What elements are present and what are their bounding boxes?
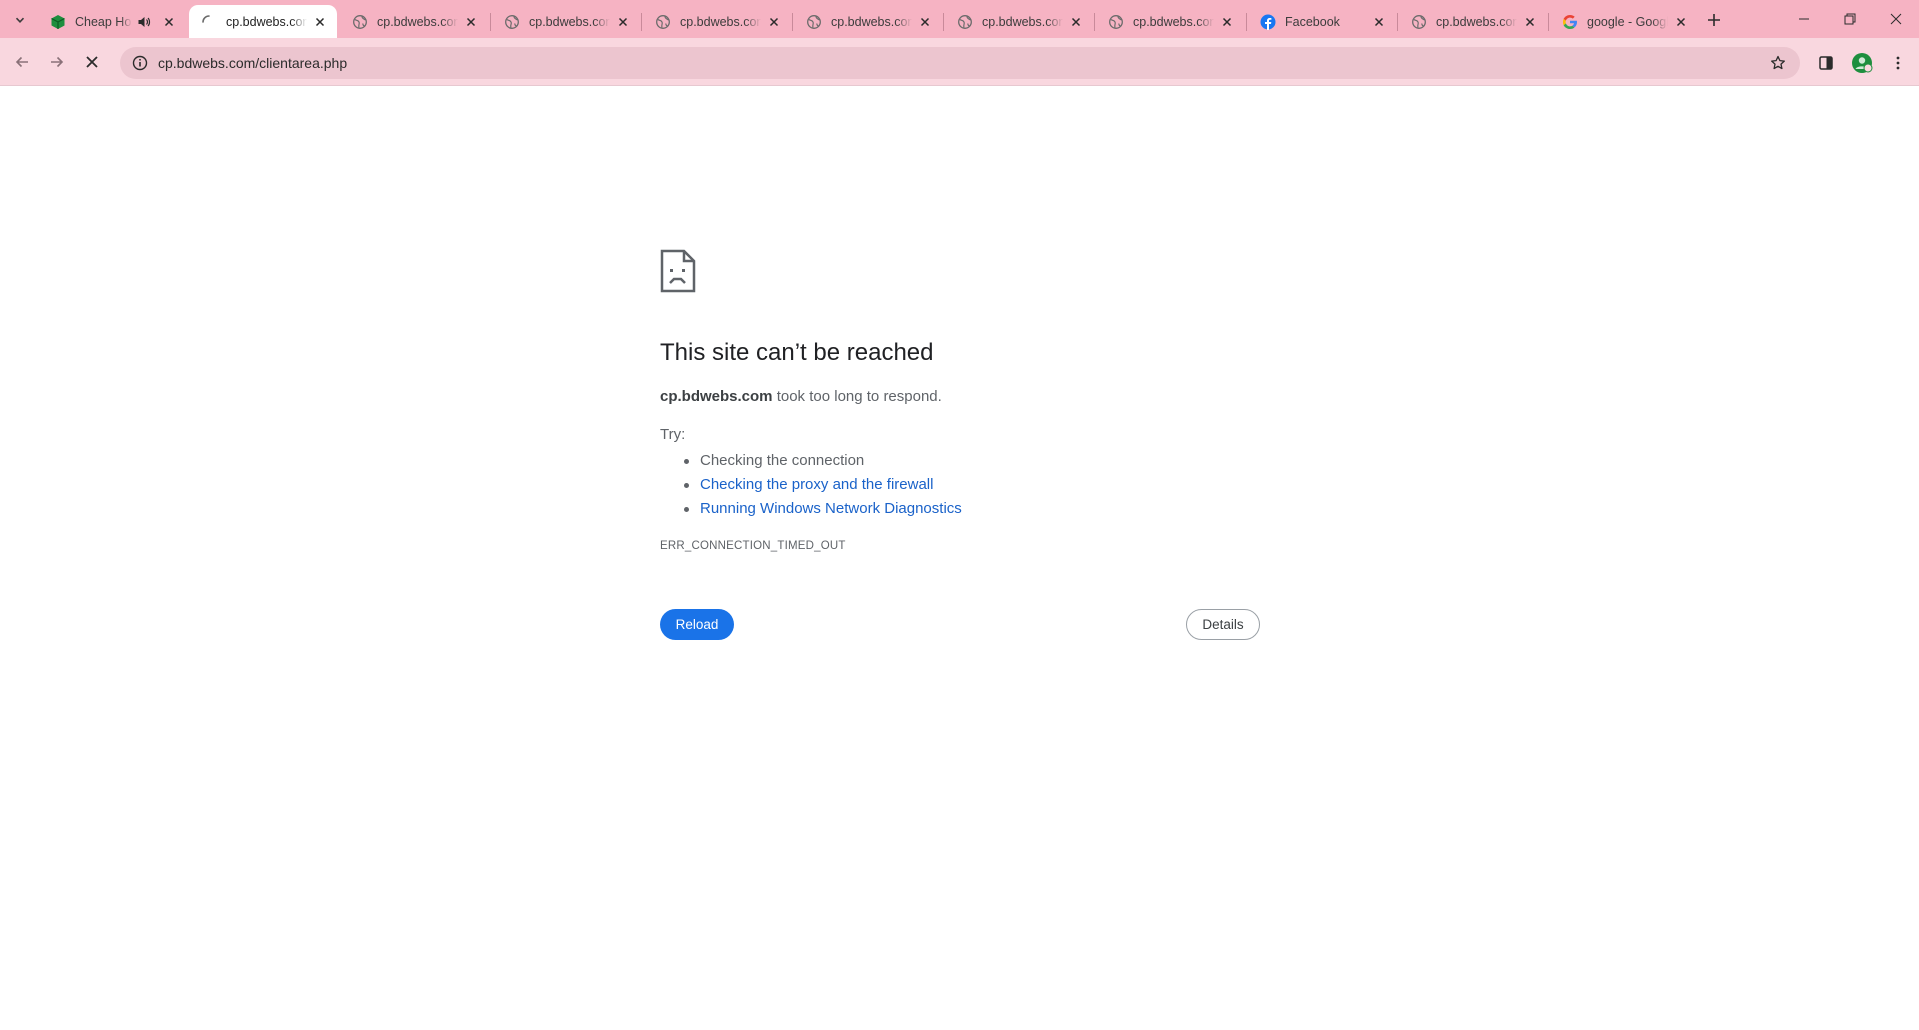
star-icon [1771,55,1785,70]
arrow-right-icon [51,56,64,68]
tab-separator [1548,13,1549,31]
stop-icon [86,56,98,68]
globe-icon [1411,14,1427,30]
error-summary: cp.bdwebs.com took too long to respond. [660,388,942,405]
suggestion-check-proxy-link[interactable]: Checking the proxy and the firewall [684,473,962,497]
tab-strip: Cheap Hosting cp.bdwebs.com cp.bdwebs.com c… [0,0,1919,38]
side-panel-button[interactable] [1810,47,1842,79]
avatar [1852,53,1873,73]
tab-title: cp.bdwebs.com [1133,14,1215,29]
profile-button[interactable] [1846,47,1878,79]
tab-title: cp.bdwebs.com [831,14,913,29]
tab-separator [1094,13,1095,31]
new-tab-button[interactable] [1700,8,1728,32]
url-text[interactable]: cp.bdwebs.com/clientarea.php [158,55,1764,71]
tab[interactable]: cp.bdwebs.com [492,5,640,38]
sad-document-icon [660,249,696,293]
error-heading: This site can’t be reached [660,339,934,366]
restore-icon [1844,13,1856,25]
close-tab-icon[interactable] [462,13,480,31]
error-summary-text: took too long to respond. [772,388,942,405]
side-panel-icon [1819,56,1833,70]
minimize-icon [1799,18,1809,20]
close-tab-icon[interactable] [1672,13,1690,31]
close-tab-icon[interactable] [1521,13,1539,31]
globe-icon [352,14,368,30]
loading-spinner-icon [201,14,217,30]
tab-title: cp.bdwebs.com [982,14,1064,29]
close-window-button[interactable] [1873,0,1919,38]
bookmark-button[interactable] [1764,49,1792,77]
tab[interactable]: cp.bdwebs.com [340,5,488,38]
close-icon [1890,13,1902,25]
menu-button[interactable] [1882,47,1914,79]
tab[interactable]: cp.bdwebs.com [794,5,942,38]
globe-icon [957,14,973,30]
close-tab-icon[interactable] [311,13,329,31]
plus-icon [1708,14,1720,26]
tab-search-button[interactable] [6,8,34,32]
tab[interactable]: cp.bdwebs.com [643,5,791,38]
tab-separator [1246,13,1247,31]
tab-separator [490,13,491,31]
close-tab-icon[interactable] [1067,13,1085,31]
chevron-down-icon [15,17,25,23]
tab[interactable]: Cheap Hosting [38,5,186,38]
tab[interactable]: cp.bdwebs.com [189,5,338,38]
close-tab-icon[interactable] [614,13,632,31]
suggestion-check-connection: Checking the connection [684,449,962,473]
tab-separator [943,13,944,31]
address-bar[interactable]: cp.bdwebs.com/clientarea.php [120,47,1800,79]
tab[interactable]: cp.bdwebs.com [945,5,1093,38]
back-button[interactable] [6,46,38,78]
facebook-icon [1260,14,1276,30]
site-info-button[interactable] [126,49,154,77]
tab-title: Facebook [1285,14,1340,29]
tab-separator [641,13,642,31]
tab-title: google - Google Search [1587,14,1668,29]
tab[interactable]: Facebook [1248,5,1396,38]
stop-loading-button[interactable] [76,46,108,78]
cube-icon [50,14,66,30]
tab-title: cp.bdwebs.com [226,14,308,29]
tab[interactable]: cp.bdwebs.com [1096,5,1244,38]
forward-button[interactable] [41,46,73,78]
globe-icon [504,14,520,30]
globe-icon [655,14,671,30]
minimize-button[interactable] [1781,0,1827,38]
speaker-icon[interactable] [136,14,152,30]
page-content: This site can’t be reached cp.bdwebs.com… [0,87,1919,1030]
error-code: ERR_CONNECTION_TIMED_OUT [660,540,846,552]
google-icon [1562,14,1578,30]
tab-separator [1397,13,1398,31]
tab-title: Cheap Hosting [75,14,132,29]
suggestion-network-diagnostics-link[interactable]: Running Windows Network Diagnostics [684,497,962,521]
close-tab-icon[interactable] [765,13,783,31]
try-label: Try: [660,426,686,443]
globe-icon [1108,14,1124,30]
details-button[interactable]: Details [1186,609,1260,640]
tab[interactable]: cp.bdwebs.com [1399,5,1547,38]
info-icon [132,55,148,71]
close-tab-icon[interactable] [1218,13,1236,31]
close-tab-icon[interactable] [916,13,934,31]
tab-title: cp.bdwebs.com [529,14,611,29]
arrow-left-icon [15,56,28,68]
tab[interactable]: google - Google Search [1550,5,1698,38]
close-tab-icon[interactable] [1370,13,1388,31]
restore-button[interactable] [1827,0,1873,38]
tab-title: cp.bdwebs.com [377,14,459,29]
kebab-menu-icon [1896,56,1900,70]
close-tab-icon[interactable] [160,13,178,31]
suggestions-list: Checking the connection Checking the pro… [684,449,962,521]
tab-title: cp.bdwebs.com [1436,14,1518,29]
reload-button[interactable]: Reload [660,609,734,640]
error-host: cp.bdwebs.com [660,388,773,405]
tab-separator [792,13,793,31]
globe-icon [806,14,822,30]
browser-toolbar: cp.bdwebs.com/clientarea.php [0,38,1919,86]
tab-title: cp.bdwebs.com [680,14,762,29]
